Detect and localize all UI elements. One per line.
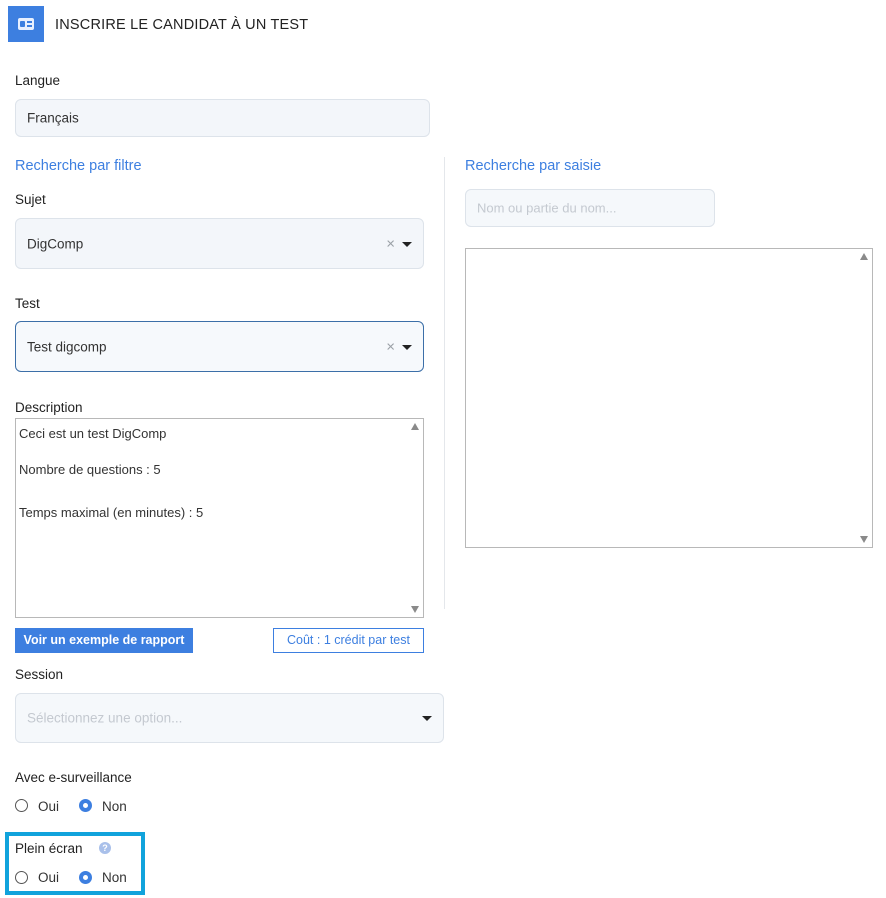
test-select[interactable]: Test digcomp × xyxy=(15,321,424,372)
description-line: Temps maximal (en minutes) : 5 xyxy=(19,505,204,520)
description-textarea[interactable]: Ceci est un test DigComp Nombre de quest… xyxy=(15,418,424,618)
id-card-icon xyxy=(8,6,44,42)
plein-ecran-oui-label[interactable]: Oui xyxy=(38,870,59,885)
description-line: Nombre de questions : 5 xyxy=(19,462,161,477)
sujet-select[interactable]: DigComp × xyxy=(15,218,424,269)
name-search-placeholder: Nom ou partie du nom... xyxy=(477,200,617,216)
e-surveillance-non-label[interactable]: Non xyxy=(102,799,127,814)
e-surveillance-oui-radio[interactable] xyxy=(15,799,28,812)
session-label: Session xyxy=(15,667,64,682)
help-icon[interactable]: ? xyxy=(99,842,111,854)
scroll-up-arrow-icon[interactable] xyxy=(860,253,868,260)
column-divider xyxy=(444,157,445,609)
search-results-list[interactable] xyxy=(465,248,873,548)
session-select[interactable]: Sélectionnez une option... xyxy=(15,693,444,743)
scroll-down-arrow-icon[interactable] xyxy=(411,606,419,613)
sujet-clear-icon[interactable]: × xyxy=(386,235,395,252)
page-title: INSCRIRE LE CANDIDAT À UN TEST xyxy=(55,17,309,33)
test-label: Test xyxy=(15,296,40,311)
test-caret-down-icon[interactable] xyxy=(402,344,412,350)
session-placeholder: Sélectionnez une option... xyxy=(27,710,183,726)
description-label: Description xyxy=(15,400,83,415)
sujet-value: DigComp xyxy=(27,236,84,251)
plein-ecran-non-label[interactable]: Non xyxy=(102,870,127,885)
plein-ecran-label: Plein écran xyxy=(15,841,83,856)
plein-ecran-non-radio[interactable] xyxy=(79,871,92,884)
e-surveillance-label: Avec e-surveillance xyxy=(15,770,132,785)
sujet-label: Sujet xyxy=(15,192,46,207)
description-line: Ceci est un test DigComp xyxy=(19,426,167,441)
test-clear-icon[interactable]: × xyxy=(386,338,395,355)
test-value: Test digcomp xyxy=(27,339,107,354)
name-search-input[interactable]: Nom ou partie du nom... xyxy=(465,189,715,227)
plein-ecran-oui-radio[interactable] xyxy=(15,871,28,884)
e-surveillance-oui-label[interactable]: Oui xyxy=(38,799,59,814)
cost-button[interactable]: Coût : 1 crédit par test xyxy=(273,628,424,653)
sujet-caret-down-icon[interactable] xyxy=(402,241,412,247)
langue-input[interactable]: Français xyxy=(15,99,430,137)
text-search-title: Recherche par saisie xyxy=(465,158,602,174)
langue-label: Langue xyxy=(15,73,61,88)
scroll-down-arrow-icon[interactable] xyxy=(860,536,868,543)
filter-search-title: Recherche par filtre xyxy=(15,158,142,174)
langue-value: Français xyxy=(27,110,79,126)
scroll-up-arrow-icon[interactable] xyxy=(411,423,419,430)
e-surveillance-non-radio[interactable] xyxy=(79,799,92,812)
example-report-button[interactable]: Voir un exemple de rapport xyxy=(15,628,193,653)
session-caret-down-icon[interactable] xyxy=(422,716,432,721)
